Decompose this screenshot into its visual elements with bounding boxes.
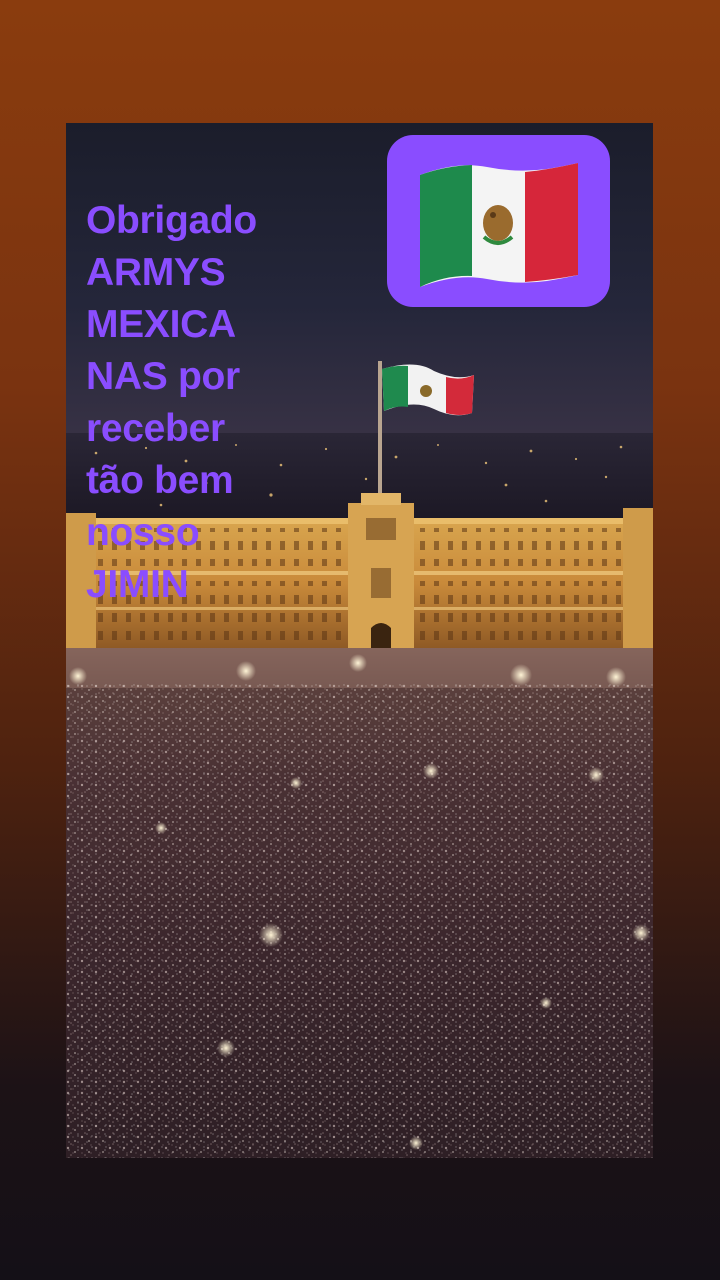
caption-line: nosso — [86, 511, 200, 554]
caption-line: receber — [86, 407, 225, 450]
caption-line: tão bem — [86, 459, 234, 502]
caption-line: JIMIN — [86, 563, 189, 606]
caption-line: MEXICA — [86, 303, 236, 346]
caption-line: Obrigado — [86, 199, 257, 242]
flag-mexico-icon — [420, 163, 578, 287]
caption-line: NAS por — [86, 355, 240, 398]
caption-line: ARMYS — [86, 251, 226, 294]
story-caption: Obrigado ARMYS MEXICA NAS por receber tã… — [86, 195, 286, 611]
flag-sticker[interactable] — [387, 135, 610, 307]
